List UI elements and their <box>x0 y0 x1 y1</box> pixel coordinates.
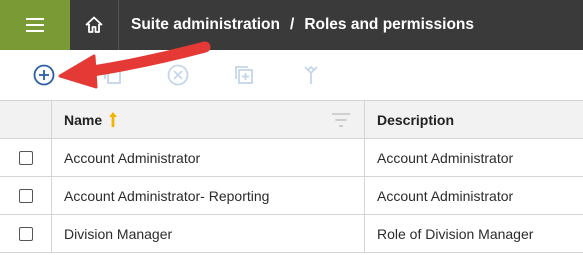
hamburger-menu-icon <box>26 18 44 32</box>
breadcrumb: Suite administration / Roles and permiss… <box>131 0 474 50</box>
row-checkbox[interactable] <box>18 188 33 203</box>
top-bar: Suite administration / Roles and permiss… <box>0 0 583 50</box>
role-name-cell[interactable]: Division Manager <box>52 215 365 252</box>
column-header-name-label: Name <box>64 111 103 128</box>
merge-icon <box>304 65 318 84</box>
roles-table: Name Description Account Administrator A… <box>0 100 583 253</box>
copy-role-button[interactable] <box>98 61 126 89</box>
sort-ascending-icon[interactable] <box>108 111 118 128</box>
copy-icon <box>104 67 121 84</box>
table-row[interactable]: Division Manager Role of Division Manage… <box>0 215 583 253</box>
role-description-cell: Account Administrator <box>377 187 514 204</box>
row-checkbox-cell <box>0 215 52 252</box>
topbar-divider <box>118 0 119 50</box>
table-header-row: Name Description <box>0 101 583 139</box>
toolbar <box>0 50 583 100</box>
column-header-name[interactable]: Name <box>52 101 365 138</box>
column-header-description[interactable]: Description <box>365 101 583 138</box>
delete-circle-icon <box>167 64 189 86</box>
breadcrumb-roles-and-permissions: Roles and permissions <box>304 16 475 33</box>
add-role-button[interactable] <box>30 61 58 89</box>
role-description-cell: Role of Division Manager <box>377 225 534 242</box>
table-row[interactable]: Account Administrator- Reporting Account… <box>0 177 583 215</box>
filter-icon[interactable] <box>332 113 350 130</box>
add-group-button[interactable] <box>230 61 258 89</box>
role-description-cell: Account Administrator <box>377 149 514 166</box>
table-row[interactable]: Account Administrator Account Administra… <box>0 139 583 177</box>
row-checkbox-cell <box>0 139 52 176</box>
merge-button[interactable] <box>297 61 325 89</box>
home-button[interactable] <box>70 0 118 50</box>
header-checkbox-cell <box>0 101 52 138</box>
row-checkbox[interactable] <box>18 150 33 165</box>
role-name-cell[interactable]: Account Administrator <box>52 139 365 176</box>
column-header-description-label: Description <box>377 111 455 128</box>
role-name-cell[interactable]: Account Administrator- Reporting <box>52 177 365 214</box>
breadcrumb-suite-administration[interactable]: Suite administration <box>131 16 280 34</box>
row-checkbox-cell <box>0 177 52 214</box>
add-group-icon <box>235 66 253 84</box>
row-checkbox[interactable] <box>18 226 33 241</box>
delete-role-button[interactable] <box>164 61 192 89</box>
home-icon <box>85 16 103 33</box>
breadcrumb-separator: / <box>290 16 295 33</box>
hamburger-menu-button[interactable] <box>0 0 70 50</box>
add-circle-icon <box>33 64 55 86</box>
